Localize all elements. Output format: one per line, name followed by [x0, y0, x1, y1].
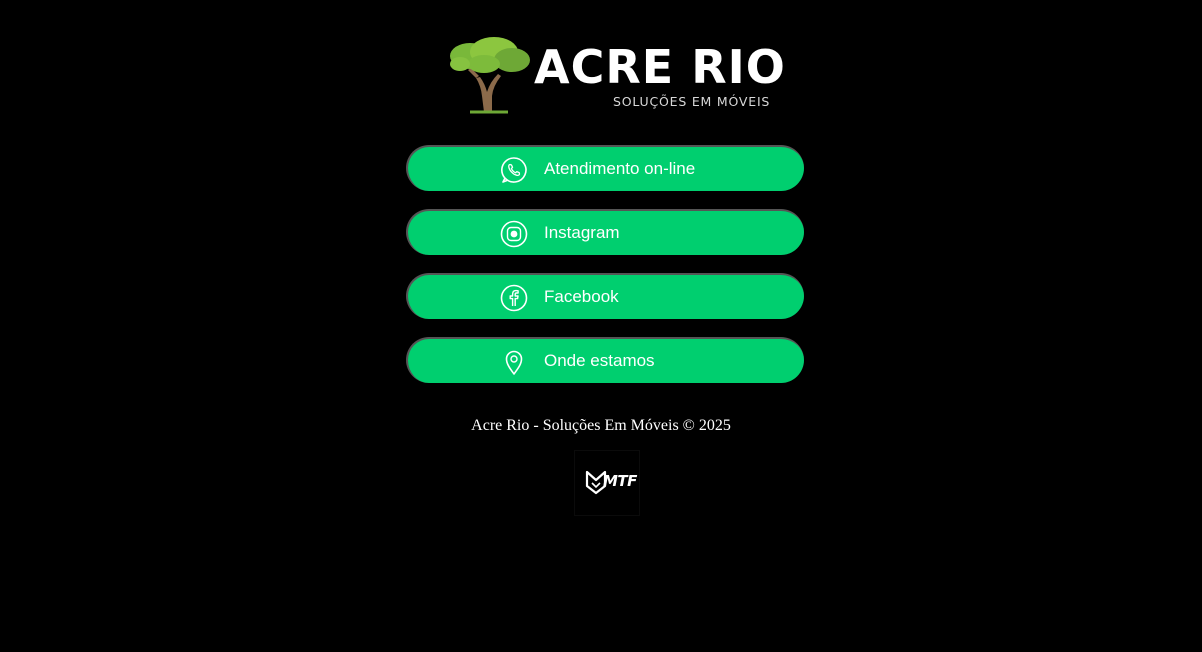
developer-credit-logo[interactable]: MTF	[574, 450, 640, 516]
whatsapp-icon	[501, 157, 527, 183]
facebook-button-label: Facebook	[544, 287, 619, 306]
whatsapp-button-label: Atendimento on-line	[544, 159, 696, 178]
acre-rio-logo: ACRE RIO SOLUÇÕES EM MÓVEIS	[446, 34, 785, 114]
facebook-button[interactable]: Facebook	[406, 273, 804, 319]
map-pin-icon	[505, 350, 523, 375]
location-button[interactable]: Onde estamos	[406, 337, 804, 383]
location-button-label: Onde estamos	[544, 351, 655, 370]
whatsapp-button[interactable]: Atendimento on-line	[406, 145, 804, 191]
copyright-text: Acre Rio - Soluções Em Móveis © 2025	[471, 417, 731, 434]
facebook-icon	[500, 284, 528, 312]
logo-title: ACRE RIO	[534, 40, 786, 94]
instagram-button-label: Instagram	[544, 223, 620, 242]
instagram-icon	[500, 220, 528, 248]
logo-subtitle: SOLUÇÕES EM MÓVEIS	[613, 94, 771, 109]
credit-text: MTF	[603, 472, 637, 490]
instagram-button[interactable]: Instagram	[406, 209, 804, 255]
tree-icon	[450, 37, 530, 114]
